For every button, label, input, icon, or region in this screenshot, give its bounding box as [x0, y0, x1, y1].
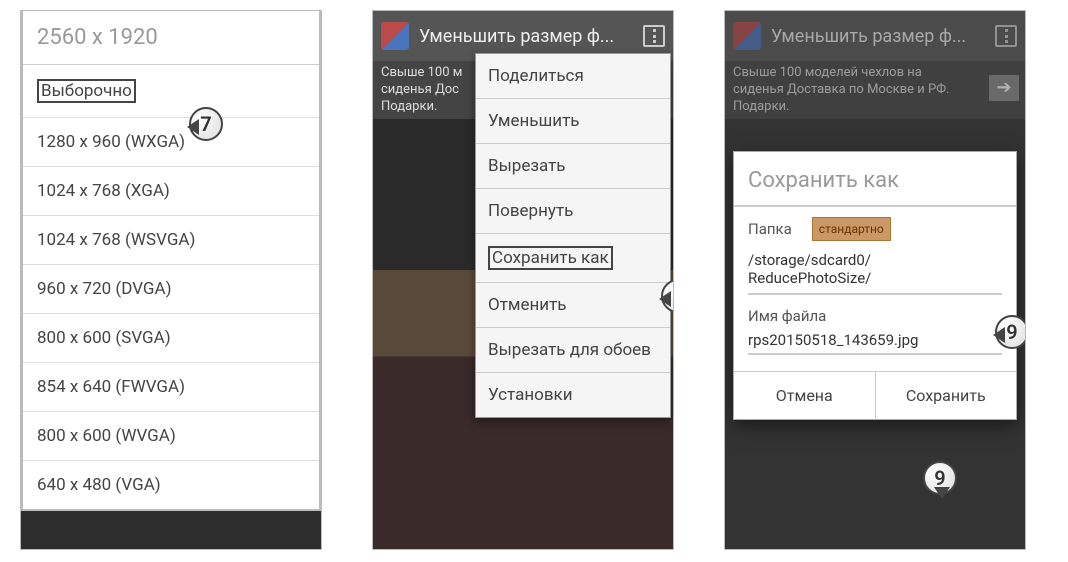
size-option-label: 960 x 720 (DVGA) — [37, 279, 172, 299]
size-list-title: 2560 x 1920 — [23, 11, 319, 65]
callout-9-top: 9 — [995, 315, 1026, 349]
app-icon — [381, 22, 409, 50]
size-option[interactable]: 640 x 480 (VGA) — [23, 461, 319, 509]
folder-label: Папка — [748, 220, 792, 238]
screen-1-size-chooser: 2560 x 1920 Выборочно 1280 x 960 (WXGA) … — [20, 10, 322, 550]
size-option[interactable]: 960 x 720 (DVGA) — [23, 265, 319, 314]
menu-label: Сохранить как — [488, 246, 613, 270]
menu-label: Вырезать для обоев — [488, 340, 651, 360]
menu-save-as[interactable]: Сохранить как — [476, 234, 670, 283]
size-option-label: 800 x 600 (SVGA) — [37, 328, 171, 348]
screen-3-save-dialog: Уменьшить размер ф... Свыше 100 моделей … — [724, 10, 1026, 550]
dialog-title: Сохранить как — [734, 152, 1016, 207]
screen-2-context-menu: Уменьшить размер ф... Свыше 100 м сидень… — [372, 10, 674, 550]
filename-label: Имя файла — [748, 307, 1002, 325]
size-option[interactable]: 1280 x 960 (WXGA) — [23, 118, 319, 167]
size-option-label: 800 x 600 (WVGA) — [37, 426, 176, 446]
save-as-dialog: Сохранить как Папка стандартно /storage/… — [733, 151, 1017, 420]
menu-crop[interactable]: Вырезать — [476, 144, 670, 189]
menu-label: Уменьшить — [488, 111, 579, 131]
size-option[interactable]: 1024 x 768 (XGA) — [23, 167, 319, 216]
size-option-label: 854 x 640 (FWVGA) — [37, 377, 185, 397]
menu-label: Установки — [488, 385, 573, 405]
overflow-menu-icon[interactable] — [643, 25, 665, 47]
menu-cancel[interactable]: Отменить — [476, 283, 670, 328]
size-option[interactable]: 854 x 640 (FWVGA) — [23, 363, 319, 412]
folder-default-button[interactable]: стандартно — [812, 217, 891, 241]
menu-label: Повернуть — [488, 201, 573, 221]
dialog-body: Папка стандартно /storage/sdcard0/ Reduc… — [734, 207, 1016, 361]
menu-reduce[interactable]: Уменьшить — [476, 99, 670, 144]
size-option-label: Выборочно — [37, 79, 136, 103]
menu-rotate[interactable]: Повернуть — [476, 189, 670, 234]
size-option-label: 1024 x 768 (WSVGA) — [37, 230, 195, 250]
menu-label: Отменить — [488, 295, 567, 315]
size-option-label: 1280 x 960 (WXGA) — [37, 132, 185, 152]
menu-wallpaper-crop[interactable]: Вырезать для обоев — [476, 328, 670, 373]
size-option[interactable]: 800 x 600 (SVGA) — [23, 314, 319, 363]
size-option-label: 1024 x 768 (XGA) — [37, 181, 170, 201]
size-option-custom[interactable]: Выборочно — [23, 65, 319, 118]
size-option[interactable]: 800 x 600 (WVGA) — [23, 412, 319, 461]
size-option-label: 640 x 480 (VGA) — [37, 475, 161, 495]
callout-9-bottom: 9 — [923, 461, 957, 495]
save-button[interactable]: Сохранить — [876, 372, 1017, 419]
app-title: Уменьшить размер ф... — [419, 26, 643, 47]
size-option[interactable]: 1024 x 768 (WSVGA) — [23, 216, 319, 265]
dialog-button-row: Отмена Сохранить — [734, 371, 1016, 419]
filename-input[interactable]: rps20150518_143659.jpg — [748, 327, 1002, 355]
size-list-panel: 2560 x 1920 Выборочно 1280 x 960 (WXGA) … — [21, 11, 321, 511]
context-menu: Поделиться Уменьшить Вырезать Повернуть … — [475, 53, 671, 418]
folder-path[interactable]: /storage/sdcard0/ ReducePhotoSize/ — [748, 249, 1002, 295]
menu-share[interactable]: Поделиться — [476, 54, 670, 99]
callout-7: 7 — [189, 107, 223, 141]
menu-label: Поделиться — [488, 66, 584, 86]
menu-label: Вырезать — [488, 156, 566, 176]
menu-settings[interactable]: Установки — [476, 373, 670, 417]
cancel-button[interactable]: Отмена — [734, 372, 876, 419]
